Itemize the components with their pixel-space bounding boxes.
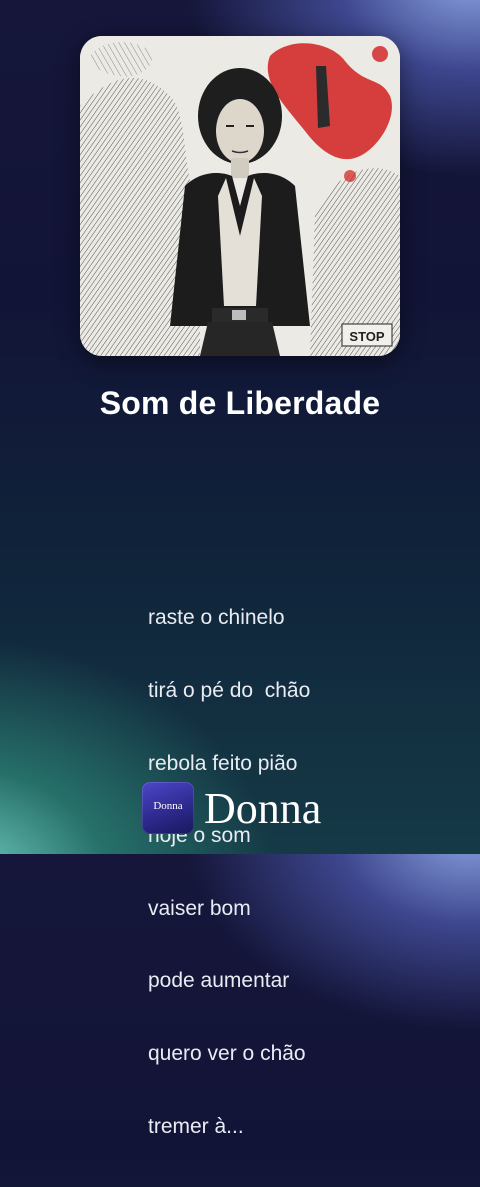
lyrics-block: raste o chinelo tirá o pé do chão rebola… [148, 558, 448, 1187]
player-screen: STOP Som de Liberdade raste o chinelo ti… [0, 0, 480, 1138]
album-cover: STOP [80, 36, 400, 356]
brand-logo: Donna [142, 782, 194, 834]
lyric-line: rebola feito pião [148, 751, 298, 775]
lyric-line: quero ver o chão [148, 1042, 306, 1066]
cover-poster-text: STOP [349, 329, 384, 344]
brand-watermark: Donna Donna [142, 782, 362, 836]
lyric-line: pode aumentar [148, 969, 290, 993]
lyric-line: vaiser bom [148, 896, 251, 920]
brand-name: Donna [204, 784, 322, 833]
lyric-line: raste o chinelo [148, 606, 285, 630]
lyric-line: tirá o pé do chão [148, 679, 311, 703]
album-cover-illustration: STOP [80, 36, 400, 356]
song-title: Som de Liberdade [99, 385, 381, 421]
brand-logo-text: Donna [153, 800, 183, 812]
lyric-line: tremer à... [148, 1114, 244, 1138]
